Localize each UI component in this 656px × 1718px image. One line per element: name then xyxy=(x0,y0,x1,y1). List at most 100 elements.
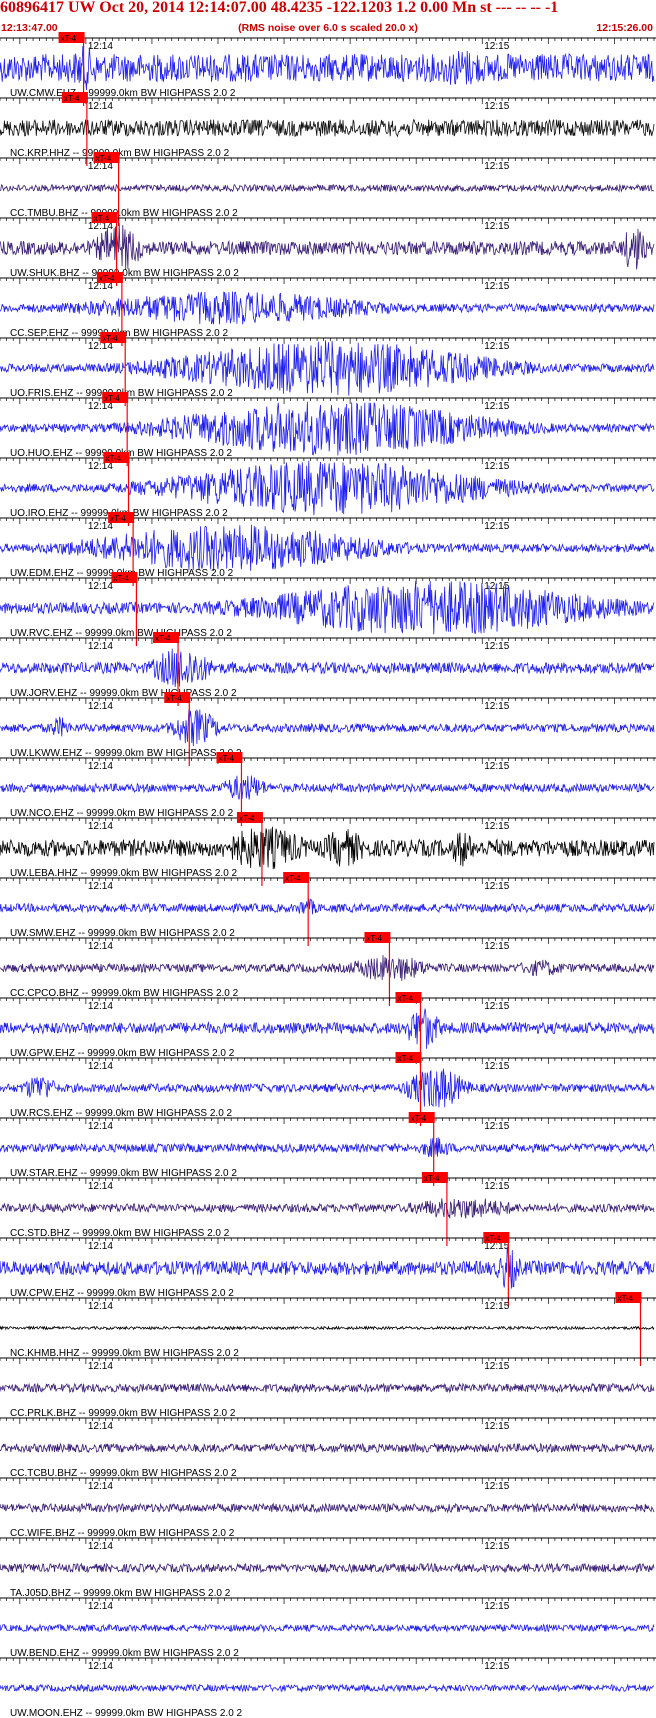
station-label: NC.KRP.HHZ -- 99999.0km BW HIGHPASS 2.0 … xyxy=(10,148,230,159)
waveform-trace xyxy=(0,183,655,193)
minute-label: 12:14 xyxy=(88,1241,113,1252)
station-label: CC.WIFE.BHZ -- 99999.0km BW HIGHPASS 2.0… xyxy=(10,1528,235,1539)
station-label: CC.CPCO.BHZ -- 99999.0km BW HIGHPASS 2.0… xyxy=(10,988,239,999)
station-label: CC.STD.BHZ -- 99999.0km BW HIGHPASS 2.0 … xyxy=(10,1228,230,1239)
minute-label: 12:15 xyxy=(484,221,509,232)
waveform-trace xyxy=(0,46,655,91)
station-label: UW.CPW.EHZ -- 99999.0km BW HIGHPASS 2.0 … xyxy=(10,1288,234,1299)
pick-label: xT-4 xyxy=(397,1054,413,1063)
pick-label: xT-4 xyxy=(411,1114,427,1123)
minute-label: 12:14 xyxy=(88,1061,113,1072)
minute-label: 12:15 xyxy=(484,1481,509,1492)
waveform-trace xyxy=(0,291,655,325)
station-label: CC.TCBU.BHZ -- 99999.0km BW HIGHPASS 2.0… xyxy=(10,1468,237,1479)
waveform-trace xyxy=(0,1442,655,1454)
minute-label: 12:15 xyxy=(484,1121,509,1132)
waveform-trace xyxy=(0,1246,655,1289)
seismogram-plot: 12:14 12:15 UW.CMW.EHZ -- 99999.0km BW HIG… xyxy=(0,32,656,1718)
station-label: UW.JORV.EHZ -- 99999.0km BW HIGHPASS 2.0… xyxy=(10,688,237,699)
station-label: CC.TMBU.BHZ -- 99999.0km BW HIGHPASS 2.0… xyxy=(10,208,238,219)
minute-label: 12:15 xyxy=(484,521,509,532)
minute-label: 12:15 xyxy=(484,881,509,892)
station-label: UW.GPW.EHZ -- 99999.0km BW HIGHPASS 2.0 … xyxy=(10,1048,235,1059)
minute-label: 12:14 xyxy=(88,761,113,772)
minute-label: 12:15 xyxy=(484,1001,509,1012)
minute-label: 12:14 xyxy=(88,41,113,52)
pick-label: xT-4 xyxy=(99,274,115,283)
waveform-trace xyxy=(0,648,655,687)
waveform-trace xyxy=(0,898,655,915)
minute-label: 12:15 xyxy=(484,1661,509,1672)
waveform-trace xyxy=(0,1623,655,1633)
minute-label: 12:14 xyxy=(88,1181,113,1192)
minute-label: 12:15 xyxy=(484,101,509,112)
waveform-trace xyxy=(0,1068,655,1108)
station-label: UW.SMW.EHZ -- 99999.0km BW HIGHPASS 2.0 … xyxy=(10,928,235,939)
end-time: 12:15:26.00 xyxy=(596,22,653,34)
minute-label: 12:15 xyxy=(484,641,509,652)
minute-label: 12:14 xyxy=(88,1481,113,1492)
pick-label: xT-4 xyxy=(424,1174,440,1183)
waveform-trace xyxy=(0,1008,655,1049)
minute-label: 12:14 xyxy=(88,1541,113,1552)
minute-label: 12:15 xyxy=(484,161,509,172)
pick-label: xT-4 xyxy=(105,454,121,463)
minute-label: 12:14 xyxy=(88,1121,113,1132)
minute-label: 12:15 xyxy=(484,1361,509,1372)
waveform-trace xyxy=(0,119,655,138)
minute-label: 12:14 xyxy=(88,1421,113,1432)
station-label: UW.NCO.EHZ -- 99999.0km BW HIGHPASS 2.0 … xyxy=(10,808,234,819)
minute-label: 12:15 xyxy=(484,341,509,352)
minute-label: 12:14 xyxy=(88,641,113,652)
station-label: UW.MOON.EHZ -- 99999.0km BW HIGHPASS 2.0… xyxy=(10,1708,243,1718)
station-label: UW.LEBA.HHZ -- 99999.0km BW HIGHPASS 2.0… xyxy=(10,868,238,879)
station-label: UW.SHUK.BHZ -- 99999.0km BW HIGHPASS 2.0… xyxy=(10,268,239,279)
waveform-trace xyxy=(0,826,655,870)
event-title: 60896417 UW Oct 20, 2014 12:14:07.00 48.… xyxy=(0,0,559,16)
minute-label: 12:14 xyxy=(88,1601,113,1612)
waveform-trace xyxy=(0,1683,655,1693)
pick-label: xT-4 xyxy=(64,94,80,103)
minute-label: 12:14 xyxy=(88,581,113,592)
minute-label: 12:15 xyxy=(484,401,509,412)
minute-label: 12:14 xyxy=(88,1301,113,1312)
station-label: UW.STAR.EHZ -- 99999.0km BW HIGHPASS 2.0… xyxy=(10,1168,237,1179)
minute-label: 12:15 xyxy=(484,1541,509,1552)
pick-label: xT-4 xyxy=(96,154,112,163)
pick-label: xT-4 xyxy=(166,694,182,703)
pick-label: xT-4 xyxy=(285,874,301,883)
minute-label: 12:15 xyxy=(484,1421,509,1432)
minute-label: 12:15 xyxy=(484,701,509,712)
pick-label: xT-4 xyxy=(617,1294,633,1303)
minute-label: 12:14 xyxy=(88,101,113,112)
waveform-trace xyxy=(0,1502,655,1514)
station-label: UW.RCS.EHZ -- 99999.0km BW HIGHPASS 2.0 … xyxy=(10,1108,233,1119)
waveform-trace xyxy=(0,709,655,747)
minute-label: 12:14 xyxy=(88,941,113,952)
minute-label: 12:15 xyxy=(484,1181,509,1192)
station-label: CC.PRLK.BHZ -- 99999.0km BW HIGHPASS 2.0… xyxy=(10,1408,236,1419)
minute-label: 12:15 xyxy=(484,1061,509,1072)
minute-label: 12:15 xyxy=(484,941,509,952)
minute-label: 12:14 xyxy=(88,1361,113,1372)
minute-label: 12:15 xyxy=(484,1601,509,1612)
pick-label: xT-4 xyxy=(397,994,413,1003)
pick-label: xT-4 xyxy=(155,634,171,643)
station-label: UW.BEND.EHZ -- 99999.0km BW HIGHPASS 2.0… xyxy=(10,1648,239,1659)
waveform-trace xyxy=(0,1562,655,1574)
minute-label: 12:15 xyxy=(484,41,509,52)
pick-label: xT-4 xyxy=(218,754,234,763)
pick-label: xT-4 xyxy=(104,394,120,403)
minute-label: 12:15 xyxy=(484,1301,509,1312)
pick-label: xT-4 xyxy=(94,214,110,223)
rms-subtitle: (RMS noise over 6.0 s scaled 20.0 x) xyxy=(238,22,418,34)
station-label: NC.KHMB.HHZ -- 99999.0km BW HIGHPASS 2.0… xyxy=(10,1348,239,1359)
pick-label: xT-4 xyxy=(366,934,382,943)
pick-label: xT-4 xyxy=(110,514,126,523)
minute-label: 12:14 xyxy=(88,821,113,832)
pick-label: xT-4 xyxy=(102,334,118,343)
pick-label: xT-4 xyxy=(61,34,77,43)
pick-label: xT-4 xyxy=(113,574,129,583)
minute-label: 12:14 xyxy=(88,1001,113,1012)
minute-label: 12:15 xyxy=(484,281,509,292)
